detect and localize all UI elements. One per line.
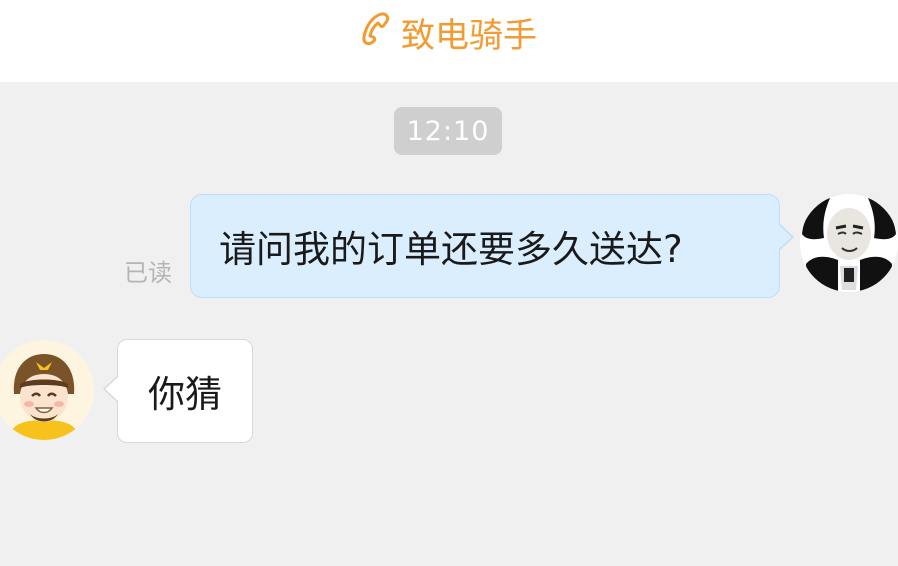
phone-icon: [361, 11, 391, 54]
outgoing-message-bubble[interactable]: 请问我的订单还要多久送达?: [190, 194, 794, 298]
call-rider-label: 致电骑手: [401, 15, 537, 56]
user-avatar[interactable]: [800, 194, 898, 292]
outgoing-message-text: 请问我的订单还要多久送达?: [219, 228, 683, 271]
incoming-message-text: 你猜: [148, 373, 222, 416]
call-rider-button[interactable]: 致电骑手: [361, 8, 537, 57]
message-timestamp: 12:10: [394, 107, 502, 155]
incoming-message-bubble[interactable]: 你猜: [103, 339, 253, 443]
rider-avatar[interactable]: [0, 340, 94, 440]
top-bar: 致电骑手: [0, 0, 898, 82]
rider-avatar-icon: [0, 340, 94, 440]
read-status: 已读: [124, 259, 172, 287]
panda-meme-avatar-icon: [800, 194, 898, 292]
